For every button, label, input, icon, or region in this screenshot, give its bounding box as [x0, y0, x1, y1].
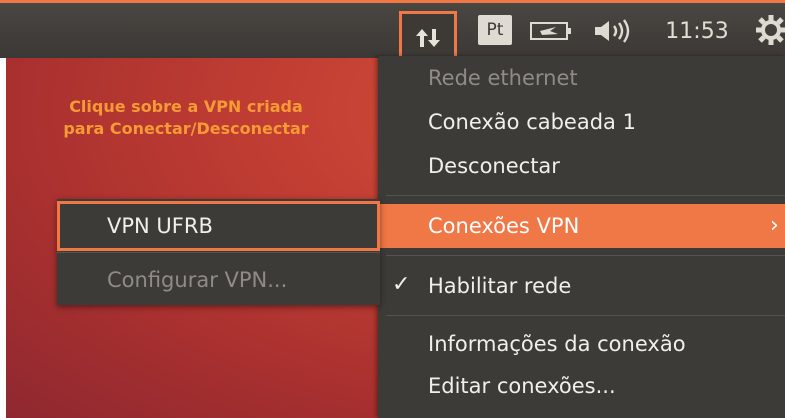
instruction-line-1: Clique sobre a VPN criada [69, 97, 303, 116]
network-updown-icon [416, 28, 440, 47]
clock-text: 11:53 [665, 18, 729, 44]
menu-item-conexao-cabeada[interactable]: Conexão cabeada 1 [378, 100, 785, 144]
volume-icon [595, 19, 630, 43]
menu-separator [386, 195, 785, 196]
menu-item-label: Editar conexões... [428, 374, 616, 398]
menu-item-label: Desconectar [428, 154, 560, 178]
clock[interactable]: 11:53 [659, 16, 735, 46]
vpn-submenu: VPN UFRB Configurar VPN... [57, 199, 380, 305]
menu-item-conexoes-vpn[interactable]: Conexões VPN › [378, 204, 785, 248]
network-indicator[interactable] [399, 11, 457, 61]
battery-indicator[interactable] [530, 21, 572, 41]
submenu-arrow-icon: › [770, 213, 779, 238]
top-panel: Pt 11:53 [0, 0, 785, 61]
keyboard-layout-label: Pt [486, 20, 504, 40]
submenu-separator [57, 252, 380, 253]
frame-border [0, 56, 6, 418]
battery-icon [530, 22, 571, 40]
menu-item-label: Conexão cabeada 1 [428, 110, 636, 134]
menu-separator [386, 315, 785, 316]
screenshot-scene: Pt 11:53 Clique sobre a VPN criada para … [0, 0, 785, 418]
menu-item-editar-conexoes[interactable]: Editar conexões... [378, 364, 785, 408]
checkmark-icon: ✓ [392, 272, 411, 297]
instruction-line-2: para Conectar/Desconectar [63, 119, 309, 138]
vpn-item-label: VPN UFRB [107, 214, 213, 238]
network-menu: Rede ethernet Conexão cabeada 1 Desconec… [378, 56, 785, 418]
menu-item-label: Rede ethernet [428, 66, 578, 90]
session-gear-icon [756, 15, 785, 45]
vpn-item-label: Configurar VPN... [107, 268, 288, 292]
keyboard-layout-indicator[interactable]: Pt [478, 15, 512, 45]
volume-indicator[interactable] [591, 17, 637, 45]
menu-item-habilitar-rede[interactable]: ✓ Habilitar rede [378, 264, 785, 308]
menu-item-label: Informações da conexão [428, 332, 686, 356]
menu-item-informacoes-conexao[interactable]: Informações da conexão [378, 322, 785, 366]
instruction-annotation: Clique sobre a VPN criada para Conectar/… [16, 96, 356, 140]
menu-item-desconectar[interactable]: Desconectar [378, 144, 785, 188]
session-indicator[interactable] [754, 13, 785, 47]
menu-header-rede-ethernet: Rede ethernet [378, 56, 785, 100]
vpn-item-configurar[interactable]: Configurar VPN... [57, 257, 380, 303]
menu-item-label: Conexões VPN [428, 214, 580, 238]
vpn-item-ufrb[interactable]: VPN UFRB [57, 201, 380, 251]
menu-item-label: Habilitar rede [428, 274, 572, 298]
menu-separator [386, 255, 785, 256]
